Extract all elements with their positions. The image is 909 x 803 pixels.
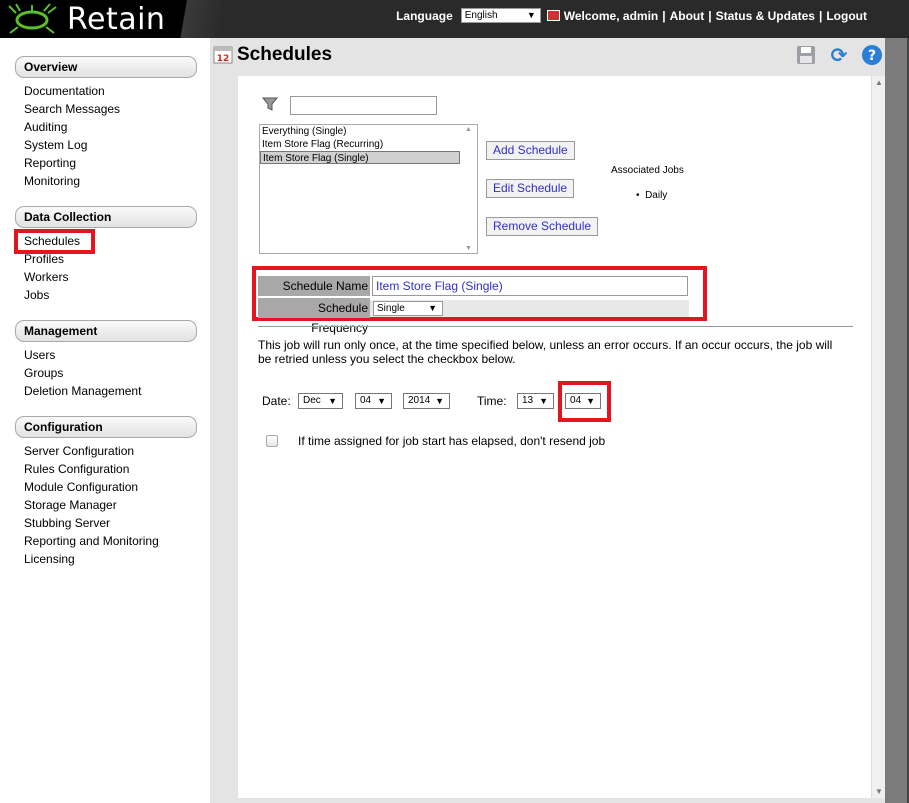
nav-reporting-and-monitoring[interactable]: Reporting and Monitoring	[24, 534, 159, 548]
about-link[interactable]: About	[670, 9, 705, 23]
schedule-frequency-select[interactable]: Single ▼	[373, 301, 443, 316]
month-select[interactable]: Dec ▼	[298, 393, 343, 409]
dropdown-arrow-icon: ▼	[377, 396, 386, 406]
top-bar: Retain Language English ▼ Welcome, admin…	[0, 0, 909, 38]
date-label: Date:	[262, 394, 291, 408]
page-title: Schedules	[237, 44, 333, 65]
nav-workers[interactable]: Workers	[24, 270, 68, 284]
nav-reporting[interactable]: Reporting	[24, 156, 76, 170]
logo: Retain	[0, 0, 220, 38]
resend-label: If time assigned for job start has elaps…	[298, 434, 606, 448]
scroll-up-icon[interactable]: ▲	[875, 78, 883, 87]
nav-users[interactable]: Users	[24, 348, 55, 362]
schedule-name-input[interactable]: Item Store Flag (Single)	[372, 276, 688, 296]
language-select[interactable]: English ▼	[460, 8, 541, 23]
scroll-up-icon[interactable]: ▲	[465, 126, 472, 133]
scroll-down-icon[interactable]: ▼	[875, 787, 883, 796]
schedules-highlight-box	[14, 229, 95, 254]
dropdown-arrow-icon: ▼	[328, 396, 337, 406]
separator: |	[818, 8, 823, 23]
nav-profiles[interactable]: Profiles	[24, 252, 64, 266]
logout-link[interactable]: Logout	[826, 9, 867, 23]
separator: |	[708, 8, 712, 23]
filter-icon	[262, 97, 278, 111]
hour-select[interactable]: 13 ▼	[517, 393, 554, 409]
welcome-text: Welcome, admin	[563, 8, 659, 23]
save-icon[interactable]	[795, 44, 817, 66]
nav-deletion-management[interactable]: Deletion Management	[24, 384, 141, 398]
dropdown-arrow-icon: ▼	[435, 396, 444, 406]
nav-rules-configuration[interactable]: Rules Configuration	[24, 462, 129, 476]
scrollbar[interactable]: ▲ ▼	[871, 76, 885, 798]
associated-job-item: • Daily	[636, 190, 668, 201]
time-label: Time:	[477, 394, 507, 408]
nav-licensing[interactable]: Licensing	[24, 552, 75, 566]
svg-text:12: 12	[217, 54, 230, 64]
info-text: This job will run only once, at the time…	[258, 338, 833, 366]
user-icon	[546, 10, 560, 21]
edit-schedule-button[interactable]: Edit Schedule	[486, 179, 575, 198]
help-icon[interactable]: ?	[861, 44, 883, 66]
nav-monitoring[interactable]: Monitoring	[24, 174, 80, 188]
year-select[interactable]: 2014 ▼	[403, 393, 450, 409]
list-item[interactable]: Everything (Single)	[260, 125, 460, 138]
section-header-configuration[interactable]: Configuration	[15, 416, 197, 438]
schedule-list[interactable]: Everything (Single) Item Store Flag (Rec…	[259, 124, 478, 254]
nav-groups[interactable]: Groups	[24, 366, 63, 380]
minute-highlight-box	[558, 381, 611, 422]
list-scrollbar[interactable]: ▲ ▼	[460, 125, 477, 253]
add-schedule-button[interactable]: Add Schedule	[486, 141, 575, 160]
list-item-selected[interactable]: Item Store Flag (Single)	[260, 151, 460, 164]
svg-text:?: ?	[868, 48, 876, 64]
refresh-icon[interactable]: ⟳	[828, 43, 850, 67]
calendar-icon: 12	[213, 46, 233, 64]
nav-documentation[interactable]: Documentation	[24, 84, 105, 98]
nav-system-log[interactable]: System Log	[24, 138, 87, 152]
nav-module-configuration[interactable]: Module Configuration	[24, 480, 138, 494]
svg-text:⟳: ⟳	[831, 44, 848, 66]
nav-auditing[interactable]: Auditing	[24, 120, 67, 134]
nav-server-configuration[interactable]: Server Configuration	[24, 444, 134, 458]
language-label: Language	[396, 8, 453, 23]
top-links: Language English ▼ Welcome, admin | Abou…	[396, 8, 867, 23]
section-header-overview[interactable]: Overview	[15, 56, 197, 78]
nav-storage-manager[interactable]: Storage Manager	[24, 498, 117, 512]
bug-logo-icon	[8, 3, 57, 34]
associated-jobs-title: Associated Jobs	[611, 165, 684, 176]
nav-stubbing-server[interactable]: Stubbing Server	[24, 516, 110, 530]
resend-checkbox[interactable]	[266, 435, 278, 447]
dropdown-arrow-icon: ▼	[539, 396, 548, 406]
scroll-down-icon[interactable]: ▼	[465, 245, 472, 252]
status-updates-link[interactable]: Status & Updates	[716, 9, 815, 23]
section-header-management[interactable]: Management	[15, 320, 197, 342]
dropdown-arrow-icon: ▼	[428, 303, 437, 313]
window-edge	[885, 38, 909, 803]
list-item[interactable]: Item Store Flag (Recurring)	[260, 138, 460, 151]
separator: |	[662, 8, 666, 23]
dropdown-arrow-icon: ▼	[526, 10, 536, 20]
divider	[258, 326, 853, 327]
nav-jobs[interactable]: Jobs	[24, 288, 49, 302]
filter-input[interactable]	[290, 96, 437, 115]
toolbar: ⟳ ?	[795, 43, 883, 67]
logo-text: Retain	[67, 2, 166, 37]
remove-schedule-button[interactable]: Remove Schedule	[486, 217, 599, 236]
section-header-data-collection[interactable]: Data Collection	[15, 206, 197, 228]
day-select[interactable]: 04 ▼	[355, 393, 392, 409]
schedule-frequency-label: Schedule Frequency	[258, 298, 370, 335]
schedule-name-label: Schedule Name	[258, 276, 370, 296]
nav-search-messages[interactable]: Search Messages	[24, 102, 120, 116]
